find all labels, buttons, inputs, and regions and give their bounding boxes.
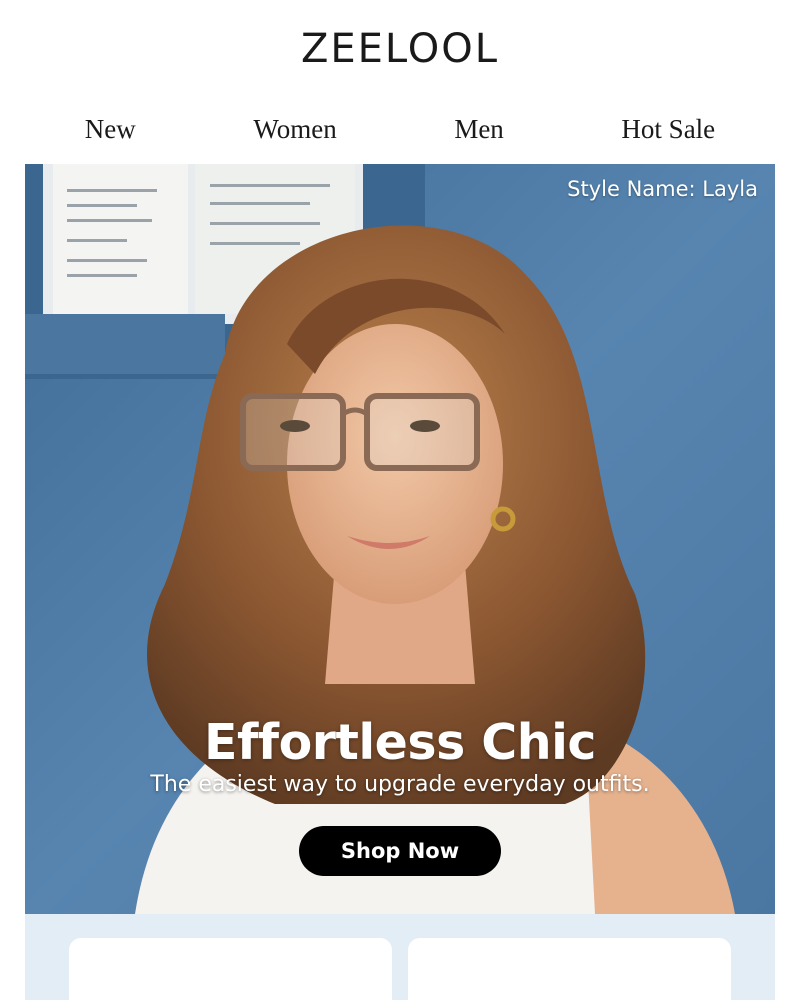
svg-text:ZEELOOL: ZEELOOL <box>301 28 499 68</box>
hero-title: Effortless Chic <box>204 714 596 771</box>
hero-subtitle: The easiest way to upgrade everyday outf… <box>150 772 650 797</box>
main-nav: New Women Men Hot Sale <box>0 95 800 164</box>
hero-photo <box>25 164 775 914</box>
product-card[interactable] <box>69 938 392 1000</box>
product-cards-section <box>25 914 775 1000</box>
email-header: ZEELOOL <box>0 0 800 95</box>
nav-item-men[interactable]: Men <box>454 114 504 145</box>
shop-now-button[interactable]: Shop Now <box>299 826 501 876</box>
zeelool-logo[interactable]: ZEELOOL <box>274 28 526 68</box>
product-card[interactable] <box>408 938 731 1000</box>
style-name-label: Style Name: Layla <box>567 177 758 201</box>
nav-item-hot-sale[interactable]: Hot Sale <box>621 114 715 145</box>
nav-item-women[interactable]: Women <box>253 114 336 145</box>
hero-banner[interactable]: Style Name: Layla Effortless Chic The ea… <box>25 164 775 914</box>
nav-item-new[interactable]: New <box>85 114 136 145</box>
